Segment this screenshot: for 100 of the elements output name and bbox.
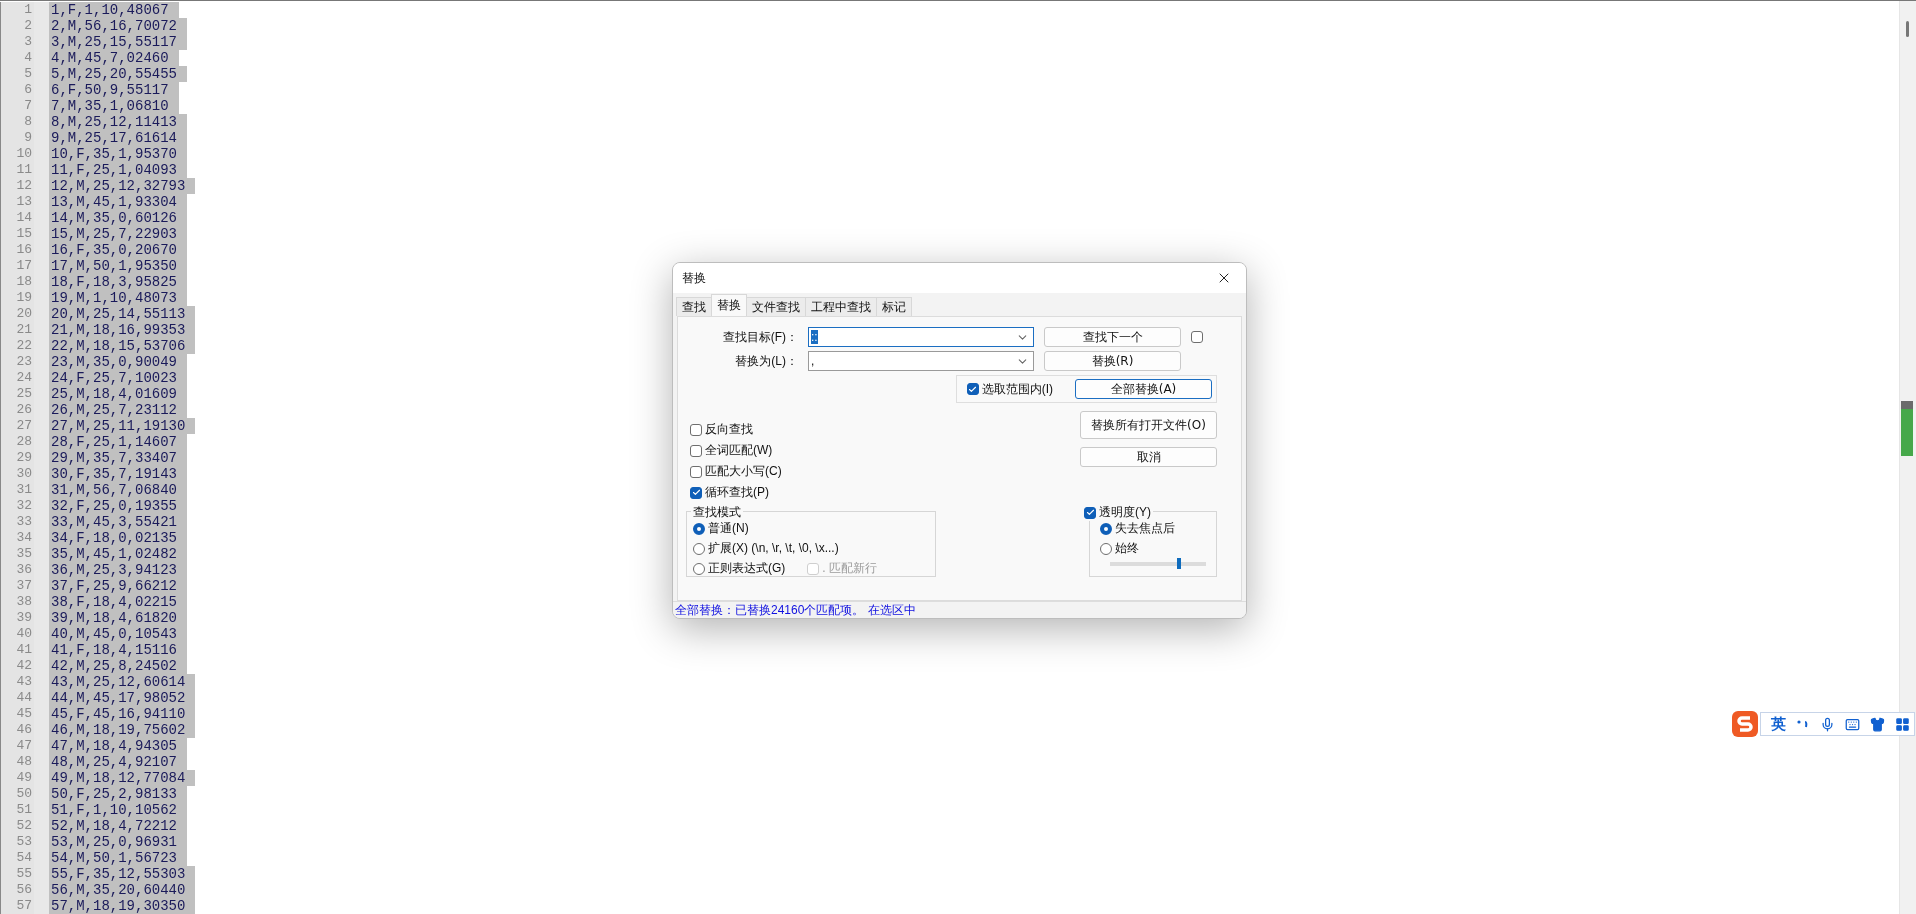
line-number: 49: [15, 770, 32, 786]
line-number: 2: [23, 18, 32, 34]
checkbox-label: 反向查找: [705, 421, 753, 438]
line-number: 16: [15, 242, 32, 258]
line-number: 6: [23, 82, 32, 98]
line-number: 23: [15, 354, 32, 370]
line-number: 41: [15, 642, 32, 658]
replace-in-all-files-button[interactable]: 替换所有打开文件(O): [1080, 411, 1217, 439]
status-text: 全部替换：已替换24160个匹配项。 在选区中: [675, 601, 916, 618]
line-number: 15: [15, 226, 32, 242]
line-number: 53: [15, 834, 32, 850]
line-number: 51: [15, 802, 32, 818]
line-number: 44: [15, 690, 32, 706]
line-number: 22: [15, 338, 32, 354]
checkbox[interactable]: [1084, 506, 1096, 519]
line-number: 43: [15, 674, 32, 690]
line-number: 48: [15, 754, 32, 770]
line-number: 45: [15, 706, 32, 722]
slider-thumb[interactable]: [1177, 558, 1182, 569]
scrollbar[interactable]: [1899, 1, 1916, 914]
line-number: 42: [15, 658, 32, 674]
replace-button[interactable]: 替换(R): [1044, 351, 1181, 371]
field-label: 替换为(L)：: [734, 352, 798, 370]
line-number: 20: [15, 306, 32, 322]
scrollbar-thumb[interactable]: [1906, 21, 1909, 37]
microphone-icon[interactable]: [1820, 716, 1835, 732]
checkbox[interactable]: [690, 486, 702, 499]
line-number: 38: [15, 594, 32, 610]
line-number: 28: [15, 434, 32, 450]
keyboard-icon[interactable]: [1845, 716, 1860, 732]
checkbox-label: 循环查找(P): [705, 484, 769, 501]
radio-button[interactable]: [693, 562, 705, 575]
shirt-icon[interactable]: [1870, 716, 1885, 732]
checkbox[interactable]: [690, 444, 702, 457]
line-number: 24: [15, 370, 32, 386]
checkbox[interactable]: [690, 423, 702, 436]
radio-label: 失去焦点后: [1115, 520, 1175, 537]
radio-button[interactable]: [693, 542, 705, 555]
line-number: 33: [15, 514, 32, 530]
line-number: 26: [15, 402, 32, 418]
line-number: 46: [15, 722, 32, 738]
line-number: 21: [15, 322, 32, 338]
line-number: 37: [15, 578, 32, 594]
find-next-button[interactable]: 查找下一个: [1044, 327, 1181, 347]
line-number: 36: [15, 562, 32, 578]
line-number: 50: [15, 786, 32, 802]
line-number: 40: [15, 626, 32, 642]
tab[interactable]: 查找: [676, 297, 712, 316]
line-number: 30: [15, 466, 32, 482]
find-field[interactable]: ::: [808, 327, 1034, 347]
line-number: 9: [23, 130, 32, 146]
radio-button[interactable]: [693, 522, 705, 535]
cancel-button[interactable]: 取消: [1080, 447, 1217, 467]
radio-button[interactable]: [1100, 542, 1112, 555]
checkbox-label: 选取范围内(I): [981, 380, 1053, 398]
line-number: 12: [15, 178, 32, 194]
language-toggle[interactable]: 英: [1771, 714, 1786, 734]
checkbox-label: 全词匹配(W): [705, 442, 773, 459]
line-number: 18: [15, 274, 32, 290]
line-number: 1: [23, 2, 32, 18]
ime-logo-icon[interactable]: [1730, 709, 1760, 739]
line-number: 47: [15, 738, 32, 754]
line-number: 29: [15, 450, 32, 466]
line-number: 32: [15, 498, 32, 514]
line-number: 13: [15, 194, 32, 210]
line-number: 8: [23, 114, 32, 130]
line-number: 10: [15, 146, 32, 162]
tab[interactable]: 工程中查找: [805, 297, 877, 316]
group-title: 查找模式: [691, 504, 743, 521]
line-number: 7: [23, 98, 32, 114]
tab[interactable]: 替换: [711, 294, 747, 316]
radio-label: 普通(N): [708, 520, 749, 537]
line-number: 17: [15, 258, 32, 274]
line-number: 52: [15, 818, 32, 834]
radio-label: 扩展(X) (\n, \r, \t, \0, \x...): [708, 540, 839, 557]
line-number: 19: [15, 290, 32, 306]
checkbox-label: 透明度(Y): [1099, 504, 1151, 521]
replace-field[interactable]: ,: [808, 351, 1034, 371]
line-number: 39: [15, 610, 32, 626]
line-number: 54: [15, 850, 32, 866]
scroll-marker: [1901, 401, 1913, 456]
line-number: 31: [15, 482, 32, 498]
line-number: 3: [23, 34, 32, 50]
line-number: 14: [15, 210, 32, 226]
radio-button[interactable]: [1100, 522, 1112, 535]
radio-label: 正则表达式(G): [708, 560, 786, 577]
tab[interactable]: 标记: [876, 297, 912, 316]
line-number: 55: [15, 866, 32, 882]
replace-all-button[interactable]: 全部替换(A): [1075, 379, 1212, 399]
checkbox-label: 匹配大小写(C): [705, 463, 782, 480]
line-number: 35: [15, 546, 32, 562]
line-number: 25: [15, 386, 32, 402]
tab[interactable]: 文件查找: [746, 297, 806, 316]
option-checkbox[interactable]: [1191, 331, 1203, 343]
grid-icon[interactable]: [1895, 716, 1910, 732]
checkbox[interactable]: [966, 383, 979, 395]
line-number: 27: [15, 418, 32, 434]
window-title: 替换: [682, 269, 706, 287]
line-number: 57: [15, 898, 32, 914]
checkbox[interactable]: [690, 465, 702, 478]
